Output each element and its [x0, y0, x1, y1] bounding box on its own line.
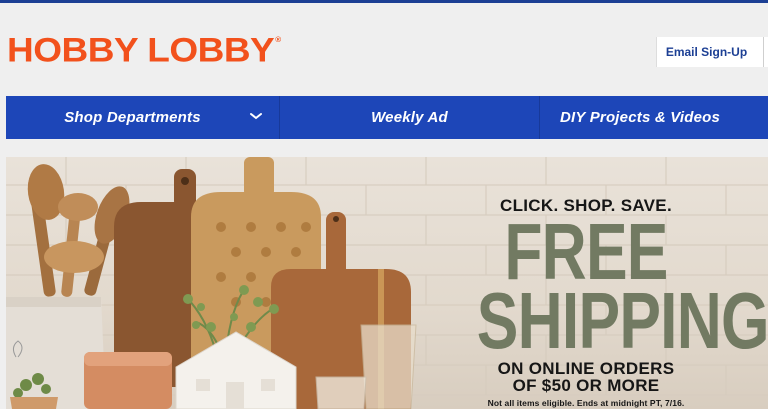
promo-fine-print: Not all items eligible. Ends at midnight…: [487, 398, 685, 409]
site-header: HOBBY LOBBY® Email Sign-Up: [0, 3, 768, 95]
nav-weekly-ad-label: Weekly Ad: [371, 109, 448, 126]
nav-diy-projects-label: DIY Projects & Videos: [560, 109, 721, 126]
promo-sub-line-2: OF $50 OR MORE: [512, 376, 660, 396]
free-shipping-promo: CLICK. SHOP. SAVE. FREE SHIPPING ON ONLI…: [446, 197, 768, 409]
chevron-down-icon: [250, 113, 262, 120]
nav-diy-projects[interactable]: DIY Projects & Videos: [539, 96, 768, 139]
hobby-lobby-logo[interactable]: HOBBY LOBBY®: [7, 33, 281, 67]
logo-text: HOBBY LOBBY: [7, 31, 275, 69]
nav-weekly-ad[interactable]: Weekly Ad: [279, 96, 539, 139]
main-nav: Shop Departments Weekly Ad DIY Projects …: [6, 96, 768, 139]
promo-headline-shipping: SHIPPING: [476, 275, 768, 365]
email-signup-button[interactable]: Email Sign-Up: [656, 37, 768, 67]
nav-shop-departments[interactable]: Shop Departments: [6, 96, 279, 139]
nav-shop-departments-label: Shop Departments: [64, 109, 201, 126]
logo-registered-mark: ®: [275, 35, 281, 45]
hero-banner[interactable]: CLICK. SHOP. SAVE. FREE SHIPPING ON ONLI…: [6, 157, 768, 409]
